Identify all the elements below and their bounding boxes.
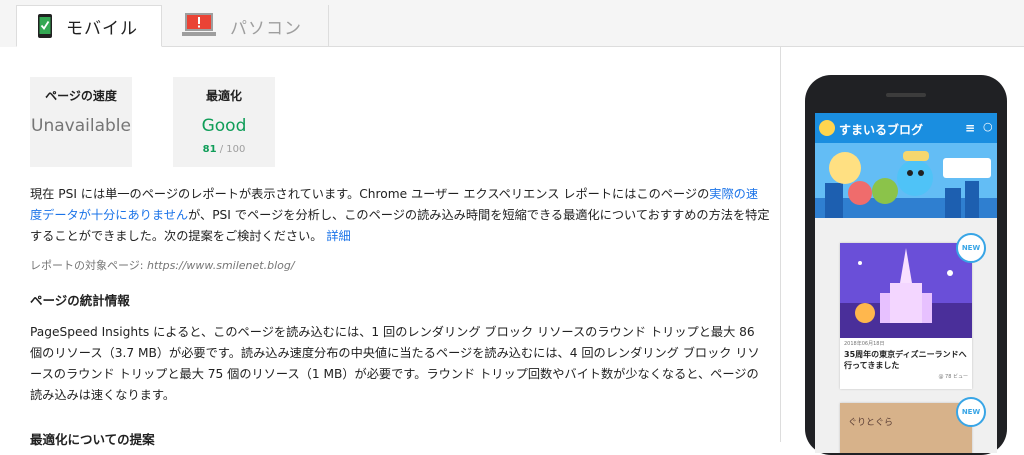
report-target: レポートの対象ページ: https://www.smilenet.blog/ — [30, 257, 295, 273]
tab-bar: モバイル パソコン — [0, 0, 1024, 47]
desktop-warning-icon — [182, 13, 216, 39]
tab-mobile[interactable]: モバイル — [16, 5, 162, 47]
mobile-preview-screen: すまいるブログ ≡ ○ 2018年06月18日 35周年の東京ディズニーランドへ… — [815, 113, 997, 453]
results-panel: ページの速度 Unavailable 最適化 Good 81 / 100 現在 … — [0, 47, 781, 447]
report-summary-text-1: 現在 PSI には単一のページのレポートが表示されています。Chrome ユーザ… — [30, 187, 710, 201]
report-target-label: レポートの対象ページ: — [30, 259, 144, 272]
tab-desktop[interactable]: パソコン — [162, 5, 329, 47]
preview-post-card-2[interactable]: ぐりとぐら — [840, 403, 972, 453]
preview-post-title: 35周年の東京ディズニーランドへ行ってきました — [844, 350, 967, 370]
details-link[interactable]: 詳細 — [326, 229, 350, 243]
search-icon: ○ — [983, 120, 993, 133]
optimization-score: 81 / 100 — [173, 144, 275, 155]
tab-mobile-label: モバイル — [66, 18, 138, 39]
new-badge: NEW — [956, 233, 986, 263]
speed-card: ページの速度 Unavailable — [30, 77, 132, 167]
optimization-card-title: 最適化 — [205, 89, 242, 103]
report-summary: 現在 PSI には単一のページのレポートが表示されています。Chrome ユーザ… — [30, 184, 770, 247]
preview-post-meta: @ 78 ビュー — [938, 374, 968, 380]
optimization-score-max: / 100 — [219, 144, 246, 155]
optimization-score-value: 81 — [202, 144, 217, 155]
site-title: すまいるブログ — [839, 123, 924, 137]
hero-banner — [815, 143, 997, 218]
optimization-suggestions-heading: 最適化についての提案 — [30, 432, 155, 447]
optimization-card: 最適化 Good 81 / 100 — [173, 77, 275, 167]
speed-card-value: Unavailable — [31, 116, 131, 136]
preview-post2-text: ぐりとぐら — [848, 418, 894, 428]
new-badge-2: NEW — [956, 397, 986, 427]
optimization-card-value: Good — [201, 116, 247, 136]
phone-speaker — [886, 93, 926, 97]
preview-post-card[interactable]: 2018年06月18日 35周年の東京ディズニーランドへ行ってきました @ 78… — [840, 243, 972, 389]
menu-icon: ≡ — [965, 121, 976, 135]
site-header: すまいるブログ ≡ ○ — [815, 113, 997, 143]
page-stats-heading: ページの統計情報 — [30, 293, 130, 308]
speed-card-title: ページの速度 — [45, 89, 117, 103]
mobile-pass-icon — [38, 14, 52, 38]
preview-post-date: 2018年06月18日 — [844, 341, 885, 347]
report-target-url: https://www.smilenet.blog/ — [147, 259, 295, 272]
site-logo-icon — [819, 120, 835, 136]
tab-desktop-label: パソコン — [230, 18, 302, 39]
page-stats-text: PageSpeed Insights によると、このページを読み込むには、1 回… — [30, 325, 760, 402]
